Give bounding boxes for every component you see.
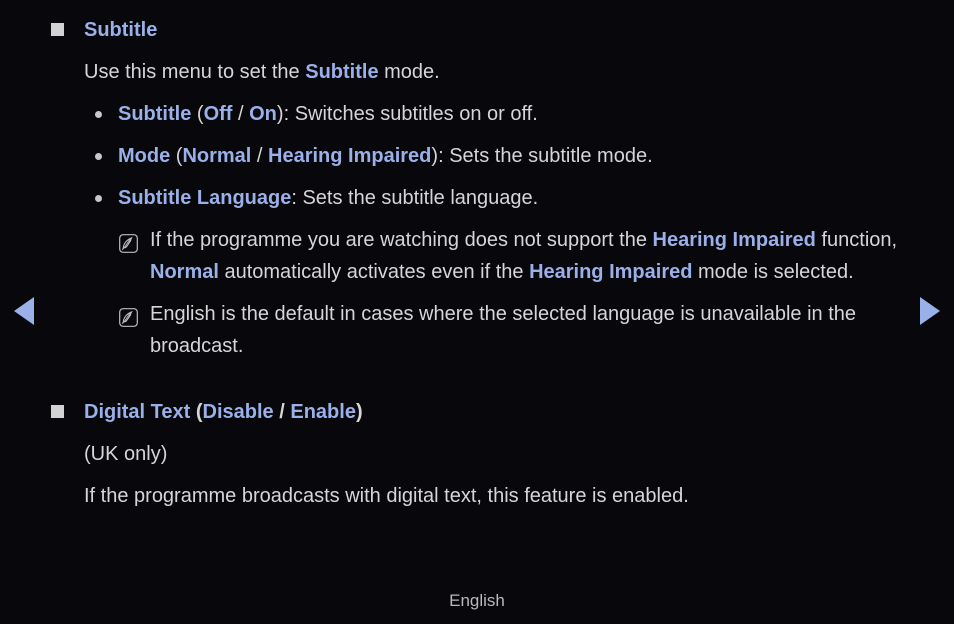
square-bullet-icon (51, 23, 64, 36)
bullet-option-1: Off (203, 103, 233, 125)
bullet-term: Mode (118, 145, 171, 167)
list-item: Mode (Normal / Hearing Impaired): Sets t… (0, 140, 954, 172)
note-text-4: mode is selected. (692, 261, 854, 283)
bullet-close-paren: ) (276, 103, 284, 125)
bullet-open-paren: ( (191, 103, 204, 125)
section-heading-digital-text: Digital Text (Disable / Enable) (0, 398, 954, 428)
bullet-term: Subtitle Language (118, 187, 292, 209)
note-pen-icon (119, 305, 138, 327)
list-item: Subtitle Language: Sets the subtitle lan… (0, 182, 954, 214)
digital-text-region-note: (UK only) (84, 443, 168, 465)
footer-language-label: English (449, 591, 505, 610)
section-title-option-2: Enable (290, 401, 356, 423)
intro-post-text: mode. (378, 61, 440, 83)
subtitle-intro-paragraph: Use this menu to set the Subtitle mode. (0, 56, 954, 88)
note-text-1: If the programme you are watching does n… (150, 229, 653, 251)
bullet-description: : Sets the subtitle language. (291, 187, 539, 209)
note-item: If the programme you are watching does n… (0, 224, 954, 288)
page-content: Subtitle Use this menu to set the Subtit… (0, 0, 954, 512)
note-text-3: automatically activates even if the (218, 261, 530, 283)
square-bullet-icon (51, 405, 64, 418)
section-title-close-paren: ) (355, 401, 363, 423)
list-item: Subtitle (Off / On): Switches subtitles … (0, 98, 954, 130)
section-title-open-paren: ( (190, 401, 203, 423)
bullet-option-1: Normal (182, 145, 252, 167)
note-text-1: English is the default in cases where th… (150, 303, 857, 357)
intro-pre-text: Use this menu to set the (84, 61, 306, 83)
note-bold-2: Normal (150, 261, 219, 283)
note-pen-icon (119, 231, 138, 253)
bullet-term: Subtitle (118, 103, 192, 125)
note-text-2: function, (815, 229, 898, 251)
note-bold-1: Hearing Impaired (652, 229, 816, 251)
bullet-open-paren: ( (170, 145, 183, 167)
section-title-text: Subtitle (84, 19, 158, 41)
note-item: English is the default in cases where th… (0, 298, 954, 362)
dot-bullet-icon (95, 153, 102, 160)
dot-bullet-icon (95, 195, 102, 202)
emanual-page: Subtitle Use this menu to set the Subtit… (0, 0, 954, 624)
section-title-term: Digital Text (84, 401, 191, 423)
note-bold-3: Hearing Impaired (529, 261, 693, 283)
bullet-option-separator: / (251, 145, 269, 167)
intro-term-subtitle: Subtitle (305, 61, 379, 83)
dot-bullet-icon (95, 111, 102, 118)
bullet-description: : Switches subtitles on or off. (283, 103, 538, 125)
section-title-option-separator: / (273, 401, 291, 423)
digital-text-description: If the programme broadcasts with digital… (84, 485, 689, 507)
bullet-description: : Sets the subtitle mode. (438, 145, 653, 167)
bullet-option-2: Hearing Impaired (268, 145, 432, 167)
bullet-option-2: On (249, 103, 277, 125)
bullet-option-separator: / (232, 103, 250, 125)
section-title-text: Digital Text (Disable / Enable) (84, 401, 363, 423)
section-heading-subtitle: Subtitle (0, 16, 954, 46)
section-title-option-1: Disable (202, 401, 274, 423)
